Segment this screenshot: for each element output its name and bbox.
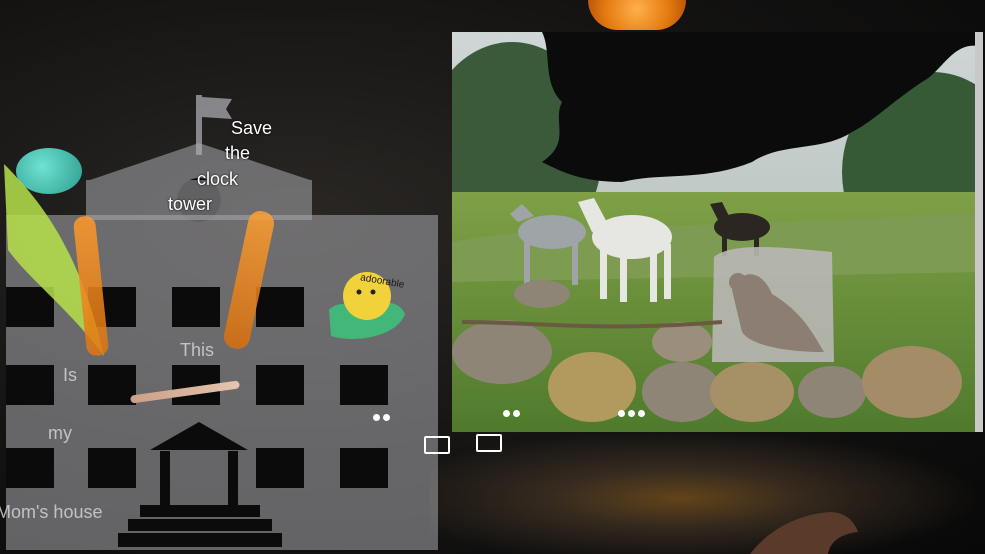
story-word-my[interactable]: my (48, 423, 72, 444)
image-icon[interactable] (424, 436, 450, 454)
dots-indicator-mid (503, 404, 523, 422)
dots-indicator-left (373, 408, 393, 426)
heading-word-4[interactable]: tower (168, 192, 212, 217)
photo-frame-edge (975, 32, 983, 432)
story-word-this[interactable]: This (180, 340, 214, 361)
orange-sticker-top[interactable] (588, 0, 686, 30)
horses-photo[interactable] (452, 32, 979, 432)
story-word-moms-house[interactable]: Mom's house (0, 502, 102, 523)
frame-icon[interactable] (476, 434, 502, 452)
blurred-sticker-cluster (430, 430, 985, 554)
heading-word-3[interactable]: clock (197, 167, 238, 192)
heading-word-2[interactable]: the (225, 141, 250, 166)
story-word-is[interactable]: Is (63, 365, 77, 386)
dots-indicator-right (618, 404, 648, 422)
heading-word-1[interactable]: Save (231, 116, 272, 141)
horse-head-sticker[interactable] (740, 508, 860, 554)
